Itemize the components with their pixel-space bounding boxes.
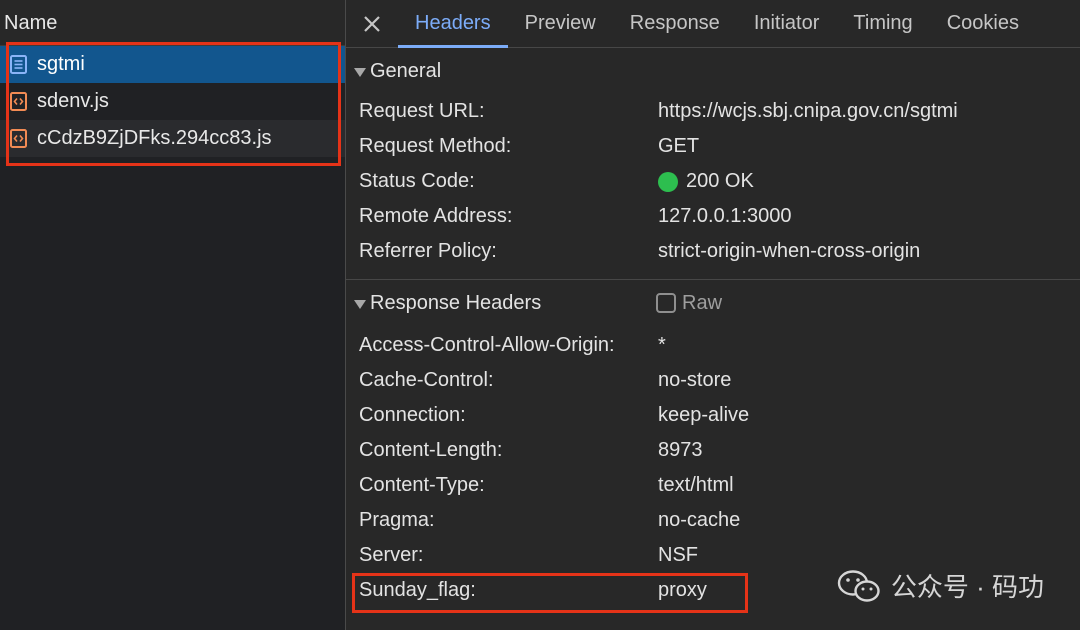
- header-key: Content-Length:: [359, 439, 503, 461]
- status-value: 200 OK: [658, 170, 754, 193]
- header-key: Referrer Policy:: [359, 240, 497, 262]
- watermark: 公众号 · 码功: [837, 567, 1044, 604]
- header-value: *: [658, 334, 666, 356]
- script-icon: [10, 129, 27, 148]
- response-headers-section-header[interactable]: Response Headers Raw: [346, 280, 1080, 326]
- header-value: proxy: [658, 579, 707, 601]
- header-key: Remote Address:: [359, 205, 513, 227]
- header-key: Pragma:: [359, 509, 435, 531]
- tab-initiator[interactable]: Initiator: [737, 0, 837, 47]
- header-row: Content-Type: text/html: [346, 468, 1080, 503]
- header-key: Cache-Control:: [359, 369, 494, 391]
- document-icon: [10, 55, 27, 74]
- script-icon: [10, 92, 27, 111]
- request-row-sdenv[interactable]: sdenv.js: [0, 83, 345, 120]
- header-row: Cache-Control: no-store: [346, 363, 1080, 398]
- header-value: strict-origin-when-cross-origin: [658, 240, 921, 262]
- header-row: Access-Control-Allow-Origin: *: [346, 328, 1080, 363]
- request-list-pane: Name sgtmi sdenv.js cCdzB9ZjDFks.294cc83…: [0, 0, 345, 630]
- tab-cookies[interactable]: Cookies: [930, 0, 1036, 47]
- header-row: Referrer Policy: strict-origin-when-cros…: [346, 234, 1080, 269]
- header-value: no-cache: [658, 509, 741, 531]
- expand-triangle-icon: [354, 299, 366, 309]
- header-value: https://wcjs.sbj.cnipa.gov.cn/sgtmi: [658, 100, 958, 122]
- raw-label: Raw: [682, 291, 723, 314]
- tab-bar: Headers Preview Response Initiator Timin…: [346, 0, 1080, 48]
- header-row: Request Method: GET: [346, 129, 1080, 164]
- request-list: sgtmi sdenv.js cCdzB9ZjDFks.294cc83.js: [0, 46, 345, 157]
- header-row: Status Code: 200 OK: [346, 164, 1080, 199]
- header-value: keep-alive: [658, 404, 750, 426]
- header-value: 200 OK: [686, 170, 754, 192]
- header-key: Status Code:: [359, 170, 475, 192]
- header-key: Content-Type:: [359, 474, 485, 496]
- header-value: text/html: [658, 474, 734, 496]
- request-row-sgtmi[interactable]: sgtmi: [0, 46, 345, 83]
- header-row: Content-Length: 8973: [346, 433, 1080, 468]
- tab-timing[interactable]: Timing: [836, 0, 929, 47]
- header-value: NSF: [658, 544, 698, 566]
- header-row: Connection: keep-alive: [346, 398, 1080, 433]
- response-headers-section: Access-Control-Allow-Origin: * Cache-Con…: [346, 326, 1080, 613]
- request-name: sdenv.js: [37, 90, 109, 112]
- header-key: Request URL:: [359, 100, 485, 122]
- header-value: no-store: [658, 369, 732, 391]
- header-value: GET: [658, 135, 700, 157]
- header-key: Server:: [359, 544, 424, 566]
- header-value: 127.0.0.1:3000: [658, 205, 792, 227]
- header-key: Request Method:: [359, 135, 512, 157]
- header-key: Sunday_flag:: [359, 579, 476, 601]
- wechat-icon: [837, 569, 880, 602]
- tab-response[interactable]: Response: [613, 0, 737, 47]
- request-row-ccdzb9zjdfks[interactable]: cCdzB9ZjDFks.294cc83.js: [0, 120, 345, 157]
- header-row: Request URL: https://wcjs.sbj.cnipa.gov.…: [346, 94, 1080, 129]
- header-key: Connection:: [359, 404, 466, 426]
- expand-triangle-icon: [354, 67, 366, 77]
- headers-panel: Headers Preview Response Initiator Timin…: [346, 0, 1080, 630]
- general-section: Request URL: https://wcjs.sbj.cnipa.gov.…: [346, 94, 1080, 269]
- tab-preview[interactable]: Preview: [508, 0, 613, 47]
- request-name: cCdzB9ZjDFks.294cc83.js: [37, 127, 272, 149]
- name-column-header[interactable]: Name: [0, 0, 345, 46]
- general-section-header[interactable]: General: [346, 48, 1080, 94]
- section-title: General: [370, 59, 442, 82]
- section-title: Response Headers: [370, 291, 542, 314]
- watermark-text: 公众号 · 码功: [890, 572, 1044, 602]
- raw-checkbox[interactable]: [656, 293, 676, 313]
- header-value: 8973: [658, 439, 703, 461]
- header-row: Remote Address: 127.0.0.1:3000: [346, 199, 1080, 234]
- close-button[interactable]: [346, 0, 398, 47]
- header-key: Access-Control-Allow-Origin:: [359, 334, 615, 356]
- header-row: Pragma: no-cache: [346, 503, 1080, 538]
- close-icon: [364, 15, 380, 32]
- tab-headers[interactable]: Headers: [398, 0, 508, 48]
- status-ok-dot-icon: [658, 171, 678, 192]
- request-name: sgtmi: [37, 53, 85, 75]
- raw-toggle[interactable]: Raw: [656, 280, 722, 326]
